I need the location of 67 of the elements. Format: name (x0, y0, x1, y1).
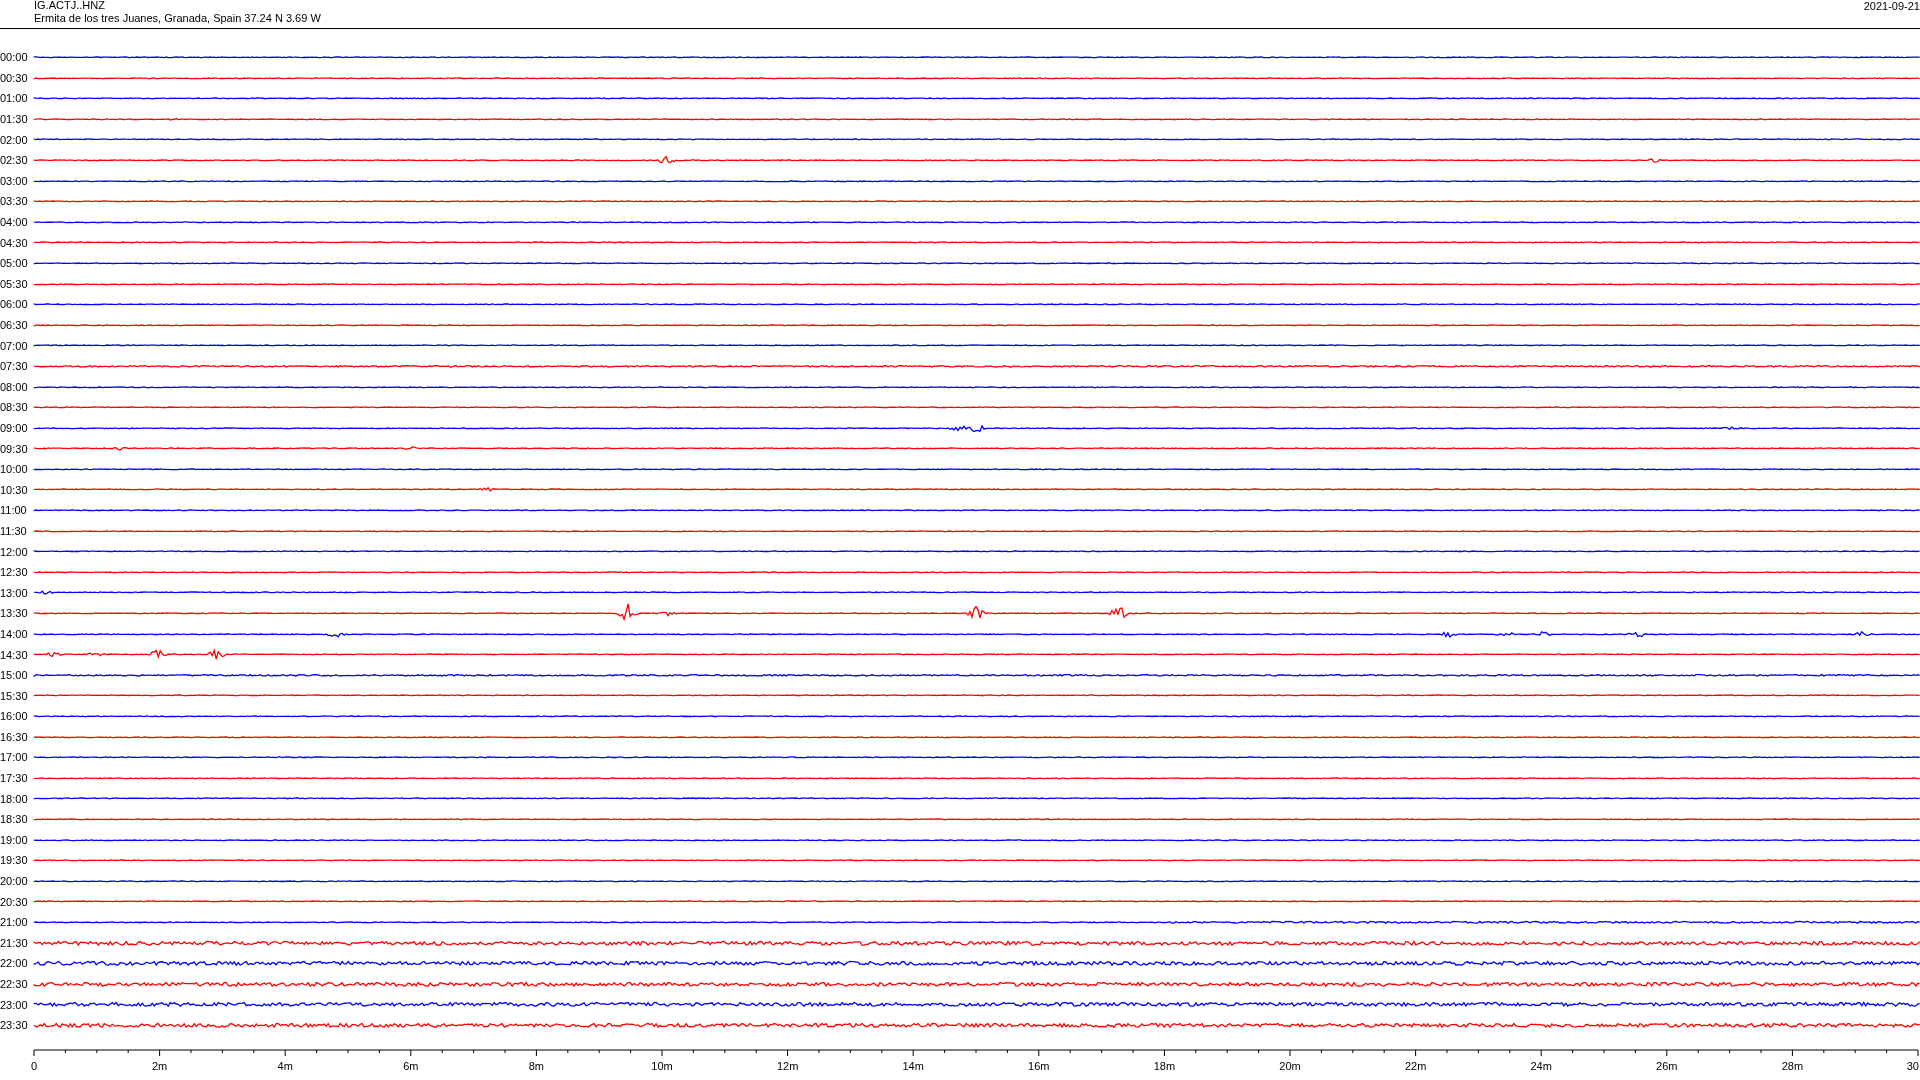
trace-time-label: 16:30 (0, 730, 29, 743)
trace-time-label: 15:00 (0, 669, 29, 682)
station-code: IG.ACTJ..HNZ (34, 0, 106, 12)
axis-tick-label: 30 (1906, 1059, 1919, 1072)
trace-time-label: 08:00 (0, 380, 29, 393)
trace-time-label: 12:30 (0, 566, 29, 579)
trace-time-label: 13:00 (0, 586, 29, 599)
axis-tick-label: 12m (776, 1059, 799, 1072)
axis-tick-label: 8m (528, 1059, 545, 1072)
axis-tick-label: 18m (1153, 1059, 1176, 1072)
axis-tick-label: 22m (1404, 1059, 1427, 1072)
axis-tick-label: 6m (403, 1059, 419, 1072)
trace-time-label: 15:30 (0, 689, 29, 702)
trace-time-label: 05:30 (0, 277, 29, 290)
trace-time-label: 03:30 (0, 195, 29, 208)
trace-time-label: 19:30 (0, 854, 29, 867)
trace-time-label: 10:30 (0, 483, 29, 496)
trace-time-label: 13:30 (0, 607, 29, 620)
recording-date: 2021-09-21 (1863, 0, 1920, 13)
trace-time-label: 20:00 (0, 875, 29, 888)
axis-tick-label: 10m (651, 1059, 673, 1072)
trace-time-label: 16:00 (0, 710, 29, 723)
trace-time-label: 11:30 (0, 524, 28, 537)
trace-time-label: 21:30 (0, 936, 29, 949)
axis-tick-label: 20m (1279, 1059, 1301, 1072)
trace-time-label: 18:00 (0, 792, 29, 805)
trace-time-label: 12:00 (0, 545, 29, 558)
trace-time-label: 06:00 (0, 298, 29, 311)
axis-tick-label: 28m (1781, 1059, 1804, 1072)
trace-time-label: 18:30 (0, 813, 29, 826)
axis-tick-label: 26m (1656, 1059, 1678, 1072)
axis-tick-label: 4m (277, 1059, 293, 1072)
trace-time-label: 14:00 (0, 627, 29, 640)
trace-time-label: 17:30 (0, 772, 29, 785)
trace-time-label: 01:00 (0, 92, 29, 105)
trace-time-label: 02:00 (0, 133, 29, 146)
axis-tick-label: 14m (902, 1059, 924, 1072)
trace-time-label: 22:00 (0, 957, 29, 970)
trace-time-label: 20:30 (0, 895, 29, 908)
trace-time-label: 22:30 (0, 978, 29, 990)
trace-time-label: 02:30 (0, 154, 29, 167)
trace-time-label: 04:00 (0, 216, 29, 229)
trace-time-label: 03:00 (0, 174, 29, 187)
trace-time-label: 06:30 (0, 319, 29, 331)
trace-time-label: 07:30 (0, 360, 29, 373)
trace-time-label: 04:30 (0, 236, 29, 249)
trace-time-label: 08:30 (0, 401, 29, 414)
trace-time-label: 01:30 (0, 113, 29, 126)
trace-time-label: 09:00 (0, 422, 29, 434)
axis-tick-label: 2m (151, 1059, 168, 1072)
trace-time-label: 07:00 (0, 339, 29, 352)
axis-tick-label: 24m (1530, 1059, 1552, 1072)
axis-tick-label: 0 (30, 1059, 38, 1072)
trace-time-label: 23:00 (0, 998, 29, 1011)
trace-time-label: 10:00 (0, 463, 29, 476)
station-location: Ermita de los tres Juanes, Granada, Spain 37.24 N 3.69 W (34, 12, 321, 25)
trace-time-label: 00:30 (0, 71, 29, 84)
trace-time-label: 21:00 (0, 916, 29, 929)
trace-time-label: 05:00 (0, 257, 29, 270)
trace-time-label: 14:30 (0, 648, 29, 661)
trace-time-label: 17:00 (0, 751, 29, 764)
trace-time-label: 09:30 (0, 442, 29, 455)
trace-time-label: 11:00 (0, 504, 28, 517)
trace-time-label: 19:00 (0, 833, 29, 846)
axis-tick-label: 16m (1028, 1059, 1050, 1072)
trace-time-label: 00:00 (0, 51, 29, 64)
trace-time-label: 23:30 (0, 1019, 29, 1032)
